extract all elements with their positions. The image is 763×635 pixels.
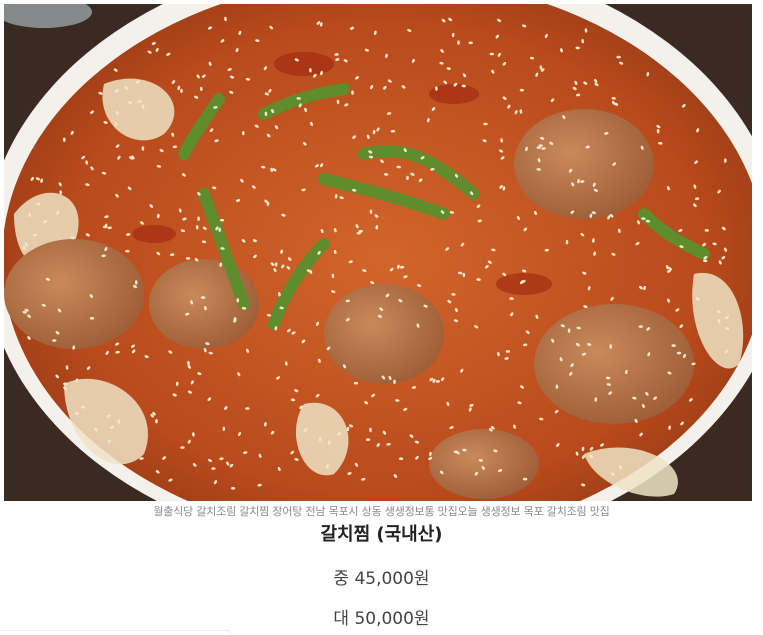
bottom-divider <box>0 630 231 635</box>
braised-hairtail-image <box>4 4 752 501</box>
price-large: 대 50,000원 <box>333 609 430 629</box>
food-photo <box>4 4 752 501</box>
image-caption: 월출식당 갈치조림 갈치찜 장어탕 전남 목포시 상동 생생정보통 맛집오늘 생… <box>153 505 610 518</box>
price-medium: 중 45,000원 <box>333 569 430 589</box>
dish-title: 갈치찜 (국내산) <box>320 524 443 545</box>
